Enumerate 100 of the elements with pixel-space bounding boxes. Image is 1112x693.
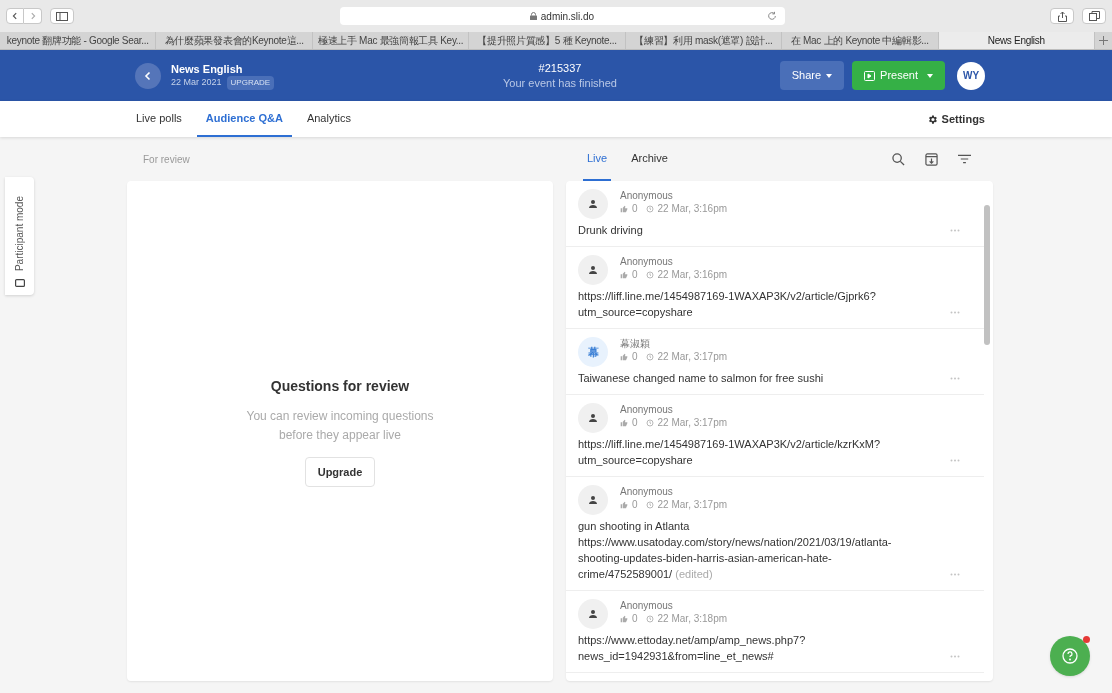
- question-time: 22 Mar, 3:18pm: [657, 612, 728, 625]
- chevron-right-icon: [28, 12, 37, 20]
- question-text: Drunk driving: [578, 223, 644, 238]
- review-description: You can review incoming questions before they appear live: [245, 408, 435, 444]
- author-name: Anonymous: [620, 599, 674, 612]
- filter-icon[interactable]: [958, 154, 971, 164]
- question-time: 22 Mar, 3:17pm: [657, 416, 728, 429]
- browser-tab[interactable]: keynote 翻牌功能 - Google Sear...: [0, 32, 157, 49]
- event-code: #215337: [538, 60, 582, 76]
- nav-tab[interactable]: Audience Q&A: [196, 101, 292, 137]
- like-count: 0: [632, 350, 638, 363]
- person-icon: [587, 412, 599, 424]
- question-time: 22 Mar, 3:16pm: [657, 202, 728, 215]
- like-count: 0: [632, 612, 638, 625]
- thumbs-up-icon: [620, 418, 628, 427]
- user-avatar[interactable]: WY: [957, 61, 985, 90]
- caret-icon: [927, 73, 933, 78]
- more-icon[interactable]: [950, 377, 960, 380]
- person-icon: [587, 494, 599, 506]
- help-icon: [1062, 648, 1078, 664]
- chevron-left-icon: [143, 70, 153, 81]
- gear-icon: [926, 113, 938, 125]
- forward-button[interactable]: [24, 8, 42, 24]
- tabs-icon: [1088, 11, 1100, 21]
- author-name: Anonymous: [620, 189, 674, 202]
- thumbs-up-icon: [620, 270, 628, 279]
- upgrade-badge[interactable]: UPGRADE: [226, 75, 275, 90]
- event-status: Your event has finished: [503, 75, 617, 91]
- question-text: https://www.ettoday.net/amp/amp_news.php7? news_id=1942931&from=line_et_news#: [578, 633, 807, 664]
- person-icon: [587, 198, 599, 210]
- question-time: 22 Mar, 3:16pm: [657, 268, 728, 281]
- device-icon: [14, 279, 25, 287]
- author-name: Anonymous: [620, 403, 674, 416]
- participant-mode-tab[interactable]: Participant mode: [5, 177, 34, 295]
- more-icon[interactable]: [950, 311, 960, 314]
- author-name: Anonymous: [620, 485, 674, 498]
- back-circle-button[interactable]: [135, 62, 161, 89]
- address-bar[interactable]: admin.sli.do: [339, 7, 785, 25]
- clock-icon: [645, 614, 654, 623]
- review-label: For review: [143, 152, 190, 167]
- avatar: 幕: [578, 337, 608, 367]
- sidebar-button[interactable]: [50, 8, 74, 24]
- like-count: 0: [632, 202, 638, 215]
- person-icon: [587, 608, 599, 620]
- scrollbar-thumb[interactable]: [984, 205, 990, 345]
- chevron-left-icon: [11, 12, 19, 20]
- question-time: 22 Mar, 3:17pm: [657, 498, 728, 511]
- more-icon[interactable]: [950, 573, 960, 576]
- clock-icon: [645, 352, 654, 361]
- browser-tab[interactable]: News English: [938, 32, 1095, 49]
- author-name: 幕淑穎: [620, 337, 651, 350]
- more-icon[interactable]: [950, 459, 960, 462]
- like-count: 0: [632, 498, 638, 511]
- browser-tab[interactable]: 為什麼蘋果發表會的Keynote這...: [156, 32, 313, 49]
- browser-tab[interactable]: 在 Mac 上的 Keynote 中編輯影...: [782, 32, 939, 49]
- upgrade-button[interactable]: Upgrade: [304, 457, 376, 487]
- clock-icon: [645, 204, 654, 213]
- event-date: 22 Mar 2021: [171, 75, 222, 89]
- play-screen-icon: [864, 70, 876, 81]
- like-count: 0: [632, 268, 638, 281]
- sidebar-icon: [56, 11, 68, 21]
- back-button[interactable]: [6, 8, 24, 24]
- share-page-button[interactable]: [1050, 8, 1074, 24]
- more-icon[interactable]: [950, 229, 960, 232]
- clock-icon: [645, 500, 654, 509]
- question-text: Taiwanese changed name to salmon for free sushi: [578, 371, 825, 386]
- clock-icon: [645, 270, 654, 279]
- browser-tab[interactable]: 【提升照片質感】5 種 Keynote...: [469, 32, 626, 49]
- thumbs-up-icon: [620, 500, 628, 509]
- nav-tab[interactable]: Live polls: [127, 101, 191, 137]
- reload-icon[interactable]: [766, 11, 777, 21]
- author-name: Anonymous: [620, 255, 674, 268]
- share-icon: [1057, 10, 1067, 22]
- feed-tab[interactable]: Archive: [627, 137, 672, 181]
- thumbs-up-icon: [620, 614, 628, 623]
- browser-tab[interactable]: 極速上手 Mac 最強簡報工具 Key...: [312, 32, 470, 49]
- share-button[interactable]: Share: [779, 61, 845, 90]
- browser-tab[interactable]: 【練習】利用 mask(遮罩) 設計...: [625, 32, 783, 49]
- settings-button[interactable]: Settings: [926, 101, 993, 137]
- person-icon: [587, 264, 599, 276]
- lock-icon: [529, 12, 537, 20]
- question-text: https://liff.line.me/1454987169-1WAXAP3K/v2/article/Gjprk6? utm_source=copyshare: [578, 289, 877, 320]
- nav-tab[interactable]: Analytics: [297, 101, 360, 137]
- question-time: 22 Mar, 3:17pm: [657, 350, 728, 363]
- plus-icon: [1098, 36, 1108, 45]
- caret-icon: [826, 73, 833, 78]
- like-count: 0: [632, 416, 638, 429]
- url-text: admin.sli.do: [540, 9, 595, 24]
- review-title: Questions for review: [270, 377, 410, 396]
- thumbs-up-icon: [620, 352, 628, 361]
- question-text: gun shooting in Atlanta https://www.usatoday.com/story/news/nation/2021/03/19/atlanta-shooting-updates-biden-harris-asian-american-hate-crime/4752589001/ (edited): [578, 519, 893, 582]
- search-icon[interactable]: [892, 152, 905, 166]
- thumbs-up-icon: [620, 204, 628, 213]
- question-text: https://liff.line.me/1454987169-1WAXAP3K/v2/article/kzrKxM? utm_source=copyshare: [578, 437, 882, 468]
- more-icon[interactable]: [950, 655, 960, 658]
- event-title: News English: [171, 61, 244, 76]
- clock-icon: [645, 418, 654, 427]
- help-button[interactable]: [1050, 636, 1090, 676]
- tabs-overview-button[interactable]: [1082, 8, 1106, 24]
- archive-download-icon[interactable]: [925, 152, 938, 166]
